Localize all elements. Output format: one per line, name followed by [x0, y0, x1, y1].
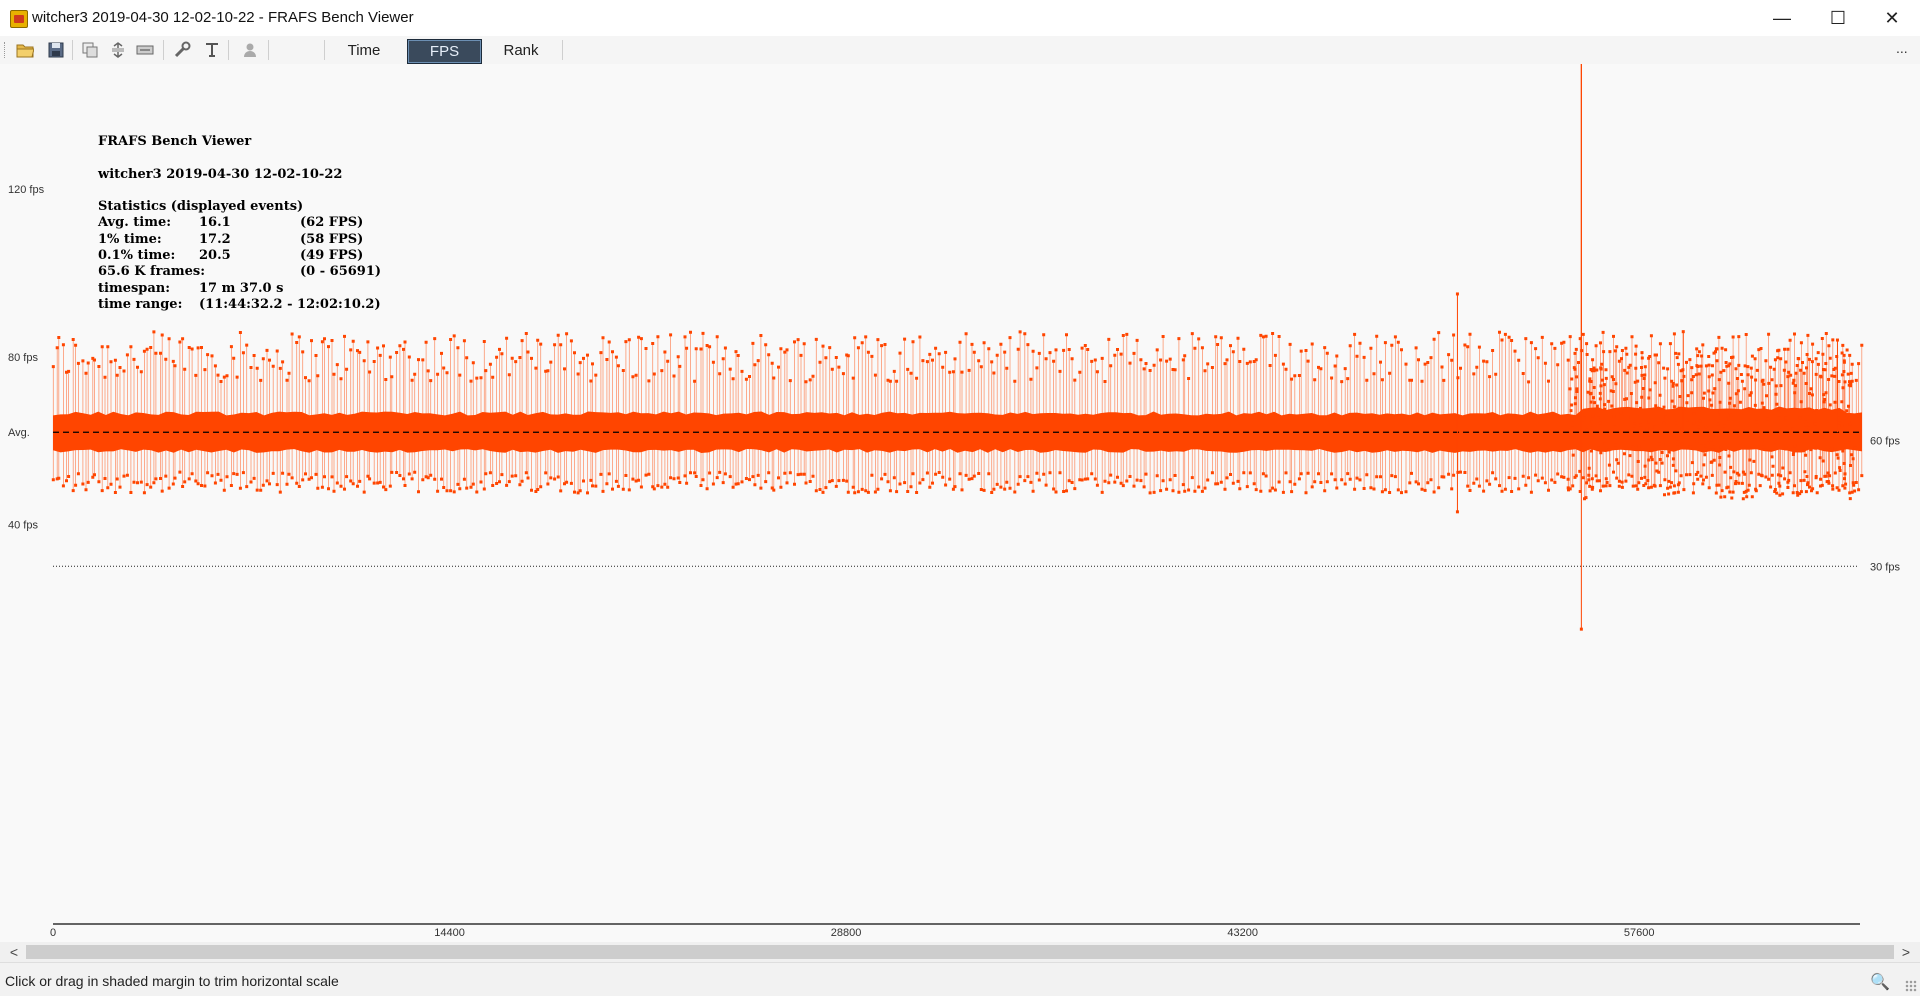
stats-row: Avg. time: 16.1 (62 FPS): [98, 215, 363, 231]
stats-label: 0.1% time:: [98, 248, 176, 264]
stats-label: 1% time:: [98, 231, 162, 247]
stats-row: 0.1% time: 20.5 (49 FPS): [98, 248, 363, 264]
stats-value: 20.5: [199, 248, 231, 264]
title-bar: witcher3 2019-04-30 12-02-10-22 - FRAFS …: [0, 0, 1920, 36]
fit-horizontal-icon[interactable]: [135, 40, 155, 60]
stats-panel: FRAFS Bench Viewer witcher3 2019-04-30 1…: [98, 134, 381, 313]
stats-label: Avg. time:: [98, 215, 172, 231]
fps-chart[interactable]: 180 fps120 fps80 fps40 fpsAvg.60 fps30 f…: [0, 64, 1920, 942]
toolbar-separator: [228, 40, 229, 60]
stats-row: 1% time: 17.2 (58 FPS): [98, 231, 363, 248]
minimize-button[interactable]: —: [1754, 0, 1810, 36]
x-tick-label: 14400: [434, 927, 465, 939]
tab-time[interactable]: Time: [336, 39, 392, 62]
close-button[interactable]: ✕: [1864, 0, 1920, 36]
fps-data-point: [1835, 338, 1839, 342]
stats-heading: Statistics (displayed events): [98, 199, 304, 215]
save-icon[interactable]: [46, 40, 66, 60]
stats-value: 17.2: [199, 231, 231, 247]
y-tick-label: 80 fps: [8, 352, 38, 364]
text-icon[interactable]: [202, 40, 222, 60]
stats-label: 65.6 K frames:: [98, 264, 206, 280]
tab-rank[interactable]: Rank: [490, 39, 552, 62]
stats-value: 16.1: [199, 215, 231, 231]
window-title: witcher3 2019-04-30 12-02-10-22 - FRAFS …: [32, 9, 414, 26]
fps-data-point: [1455, 292, 1459, 296]
stats-spacer: [98, 183, 342, 199]
scroll-left-arrow[interactable]: <: [6, 942, 22, 962]
stats-rows: Avg. time: 16.1 (62 FPS) 1% time: 17.2 (58 FP…: [98, 215, 381, 313]
x-tick-label: 28800: [831, 927, 862, 939]
toolbar-separator: [72, 40, 73, 60]
zoom-icon[interactable]: 🔍: [1870, 972, 1890, 992]
stats-label: time range:: [98, 296, 183, 312]
toolbar-separator: [163, 40, 164, 60]
toolbar-separator: [268, 40, 269, 60]
stats-value: 17 m 37.0 s: [199, 280, 284, 296]
status-text: Click or drag in shaded margin to trim h…: [5, 973, 339, 989]
stats-row: 65.6 K frames: (0 - 65691): [98, 264, 381, 280]
status-bar: Click or drag in shaded margin to trim h…: [0, 962, 1920, 996]
open-folder-icon[interactable]: [15, 40, 35, 60]
settings-wrench-icon[interactable]: [172, 40, 192, 60]
y-tick-label: 120 fps: [8, 184, 45, 196]
toolbar: Time FPS Rank ...: [0, 36, 1920, 64]
stats-extra: (49 FPS): [300, 248, 364, 264]
stats-run-name: witcher3 2019-04-30 12-02-10-22: [98, 166, 343, 182]
fps-data-point: [1455, 510, 1459, 514]
reference-line-label: 60 fps: [1870, 436, 1900, 448]
toolbar-grip[interactable]: [4, 42, 7, 58]
x-tick-label: 57600: [1624, 927, 1655, 939]
reference-line-label: 30 fps: [1870, 561, 1900, 573]
app-icon: [10, 10, 28, 28]
fps-dense-band: [53, 406, 1862, 453]
stats-spacer: [98, 150, 342, 166]
y-tick-label: 40 fps: [8, 519, 38, 531]
stats-extra: (62 FPS): [300, 215, 364, 231]
x-tick-label: 0: [50, 927, 56, 939]
tab-fps[interactable]: FPS: [407, 39, 482, 64]
x-tick-label: 43200: [1227, 927, 1258, 939]
stats-extra: (58 FPS): [300, 231, 364, 247]
toolbar-separator: [324, 40, 325, 60]
copy-icon[interactable]: [80, 40, 100, 60]
fit-vertical-icon[interactable]: [108, 40, 128, 60]
stats-app-name: FRAFS Bench Viewer: [98, 134, 252, 149]
toolbar-separator: [562, 40, 563, 60]
scroll-right-arrow[interactable]: >: [1898, 942, 1914, 962]
profile-icon[interactable]: [240, 40, 260, 60]
maximize-button[interactable]: ☐: [1810, 0, 1866, 36]
stats-extra: (0 - 65691): [300, 264, 382, 280]
stats-label: timespan:: [98, 280, 171, 296]
resize-grip[interactable]: [1905, 980, 1917, 992]
stats-value: (11:44:32.2 - 12:02:10.2): [199, 296, 381, 312]
horizontal-scrollbar[interactable]: < >: [0, 942, 1920, 962]
stats-row: time range: (11:44:32.2 - 12:02:10.2): [98, 296, 381, 313]
toolbar-overflow-button[interactable]: ...: [1896, 40, 1908, 56]
avg-label: Avg.: [8, 427, 30, 439]
scroll-thumb[interactable]: [26, 945, 1894, 959]
fps-data-point: [1681, 330, 1685, 334]
fps-data-point: [1579, 627, 1583, 631]
stats-row: timespan: 17 m 37.0 s: [98, 281, 342, 297]
